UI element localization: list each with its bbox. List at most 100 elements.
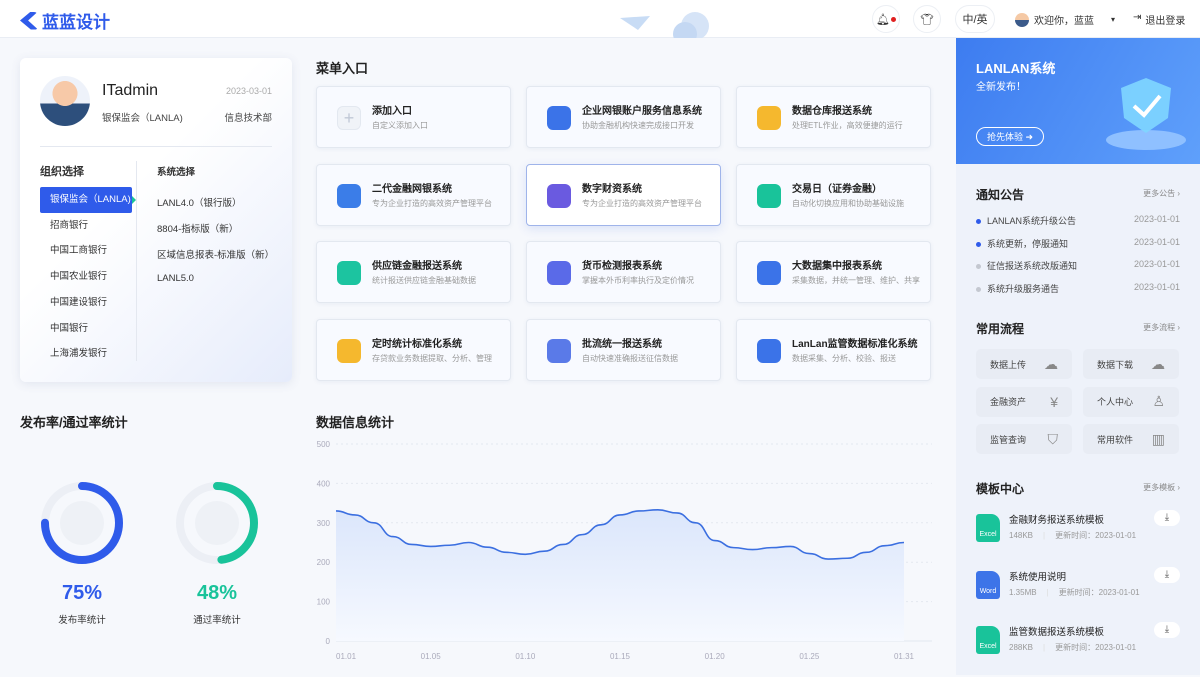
org-select-title: 组织选择 [40, 163, 84, 179]
notice-item[interactable]: 系统更新，停服通知2023-01-01 [976, 237, 1180, 250]
org-item[interactable]: 中国农业银行 [40, 264, 132, 290]
area-fill [336, 510, 904, 641]
menu-entry[interactable]: 数据仓库报送系统处理ETL作业，高效便捷的运行 [736, 86, 931, 148]
divider [40, 146, 272, 147]
rate-value: 75% [42, 582, 122, 605]
data-chart: 010020030040050001.0101.0501.1001.1501.2… [300, 435, 940, 665]
flow-button[interactable]: 数据上传☁ [976, 349, 1072, 379]
more-flows-link[interactable]: 更多流程 › [1143, 322, 1180, 333]
notice-item[interactable]: 系统升级服务通告2023-01-01 [976, 282, 1180, 295]
rates-title: 发布率/通过率统计 [20, 412, 128, 431]
download-button[interactable]: ⤓ [1154, 510, 1180, 526]
top-bar: 蓝蓝设计 🔔︎ 👕︎ 中/英 欢迎你，蓝蓝▾ ⇥退出登录 [0, 0, 1200, 38]
flow-button[interactable]: 个人中心♙ [1083, 387, 1179, 417]
shield-illustration [1096, 48, 1196, 158]
menu-entry[interactable]: 企业网银账户服务信息系统协助金融机构快速完成接口开发 [526, 86, 721, 148]
system-item[interactable]: LANL4.0（银行版） [157, 195, 241, 209]
menu-entry-subtitle: 自定义添加入口 [372, 120, 428, 131]
menu-entry-title: 货币检测报表系统 [582, 257, 662, 272]
logout-label: 退出登录 [1145, 12, 1185, 27]
promo-banner: LANLAN系统 全新发布！ 抢先体验 ➜ [956, 38, 1200, 164]
flow-label: 数据下载 [1097, 358, 1133, 371]
download-icon: ⤓ [1165, 512, 1169, 523]
menu-entry-title: 供应链金融报送系统 [372, 257, 462, 272]
menu-entry[interactable]: 货币检测报表系统掌握本外币利率执行及定价情况 [526, 241, 721, 303]
menu-entry-title: 数字财资系统 [582, 180, 642, 195]
x-tick-label: 01.10 [515, 652, 536, 661]
logo[interactable]: 蓝蓝设计 [20, 8, 110, 33]
try-button-label: 抢先体验 [987, 132, 1023, 142]
system-item[interactable]: 区域信息报表-标准版（新） [157, 247, 274, 261]
system-item[interactable]: LANL5.0 [157, 273, 194, 284]
more-notices-link[interactable]: 更多公告 › [1143, 188, 1180, 199]
avatar [1015, 13, 1029, 27]
status-dot [976, 219, 981, 224]
sys-select-title: 系统选择 [157, 164, 195, 178]
menu-entry[interactable]: 大数据集中报表系统采集数据，并统一管理、维护、共享 [736, 241, 931, 303]
notice-item[interactable]: 征信报送系统改版通知2023-01-01 [976, 259, 1180, 272]
language-toggle[interactable]: 中/英 [955, 5, 995, 33]
flow-button[interactable]: 常用软件▥ [1083, 424, 1179, 454]
more-templates-link[interactable]: 更多模板 › [1143, 482, 1180, 493]
org-item[interactable]: 中国工商银行 [40, 238, 132, 264]
menu-entry[interactable]: 二代金融网银系统专为企业打造的高效资产管理平台 [316, 164, 511, 226]
menu-entry[interactable]: LanLan监管数据标准化系统数据采集、分析、校验、报送 [736, 319, 931, 381]
menu-entry-title: 企业网银账户服务信息系统 [582, 102, 702, 117]
template-item: Excel金融财务报送系统模板148KB|更新时间：2023-01-01⤓ [976, 510, 1180, 565]
menu-entry-title: 添加入口 [372, 102, 412, 117]
org-item[interactable]: 中国建设银行 [40, 290, 132, 316]
flow-label: 监管查询 [990, 433, 1026, 446]
notice-date: 2023-01-01 [1134, 282, 1180, 295]
menu-entry[interactable]: 定时统计标准化系统存贷款业务数据提取、分析、管理 [316, 319, 511, 381]
menu-entry[interactable]: 数字财资系统专为企业打造的高效资产管理平台 [526, 164, 721, 226]
template-meta: 148KB|更新时间：2023-01-01 [1009, 530, 1136, 541]
menu-entry-subtitle: 统计报送供应链金融基础数据 [372, 275, 476, 286]
logo-icon [20, 12, 38, 30]
rate-donut [37, 478, 127, 568]
user-icon: ♙ [1152, 393, 1165, 410]
menu-entry[interactable]: 供应链金融报送系统统计报送供应链金融基础数据 [316, 241, 511, 303]
notice-item[interactable]: LANLAN系统升级公告2023-01-01 [976, 214, 1180, 227]
download-button[interactable]: ⤓ [1154, 622, 1180, 638]
y-tick-label: 300 [317, 519, 331, 528]
chart-title: 数据信息统计 [316, 412, 394, 431]
skin-button[interactable]: 👕︎ [913, 5, 941, 33]
system-icon [337, 339, 361, 363]
banner-title: LANLAN系统 [976, 58, 1055, 77]
plus-icon: + [337, 106, 361, 130]
flow-button[interactable]: 金融资产¥ [976, 387, 1072, 417]
org-item[interactable]: 银保监会（LANLA) [40, 187, 132, 213]
menu-entry-title: 交易日（证券金融） [792, 180, 882, 195]
x-tick-label: 01.31 [894, 652, 915, 661]
org-item[interactable]: 上海浦发银行 [40, 341, 132, 367]
menu-entry[interactable]: + 添加入口自定义添加入口 [316, 86, 511, 148]
menu-entry[interactable]: 交易日（证券金融）自动化切换应用和协助基础设施 [736, 164, 931, 226]
shield-search-icon: ⛉ [1048, 431, 1059, 448]
flow-label: 常用软件 [1097, 433, 1133, 446]
user-menu[interactable]: 欢迎你，蓝蓝▾ [1015, 12, 1115, 27]
menu-entry-title: LanLan监管数据标准化系统 [792, 335, 918, 350]
download-icon: ⤓ [1165, 624, 1169, 635]
logout-button[interactable]: ⇥退出登录 [1133, 12, 1185, 27]
x-tick-label: 01.05 [421, 652, 442, 661]
menu-entry-subtitle: 采集数据，并统一管理、维护、共享 [792, 275, 920, 286]
template-meta: 1.35MB|更新时间：2023-01-01 [1009, 587, 1140, 598]
system-item[interactable]: 8804-指标版（新） [157, 221, 238, 235]
try-button[interactable]: 抢先体验 ➜ [976, 127, 1044, 146]
download-button[interactable]: ⤓ [1154, 567, 1180, 583]
flow-button[interactable]: 监管查询 ⛉ [976, 424, 1072, 454]
flow-button[interactable]: 数据下载☁ [1083, 349, 1179, 379]
y-tick-label: 0 [326, 637, 331, 646]
template-meta: 288KB|更新时间：2023-01-01 [1009, 642, 1136, 653]
welcome-text: 欢迎你，蓝蓝 [1034, 12, 1094, 27]
org-item[interactable]: 招商银行 [40, 213, 132, 239]
notification-button[interactable]: 🔔︎ [872, 5, 900, 33]
y-tick-label: 100 [317, 598, 331, 607]
menu-entry[interactable]: 批流统一报送系统自动快速准确报送征信数据 [526, 319, 721, 381]
banner-subtitle: 全新发布！ [976, 78, 1026, 93]
status-dot [976, 287, 981, 292]
org-item[interactable]: 中国银行 [40, 316, 132, 342]
excel-file-icon: Excel [976, 514, 1000, 542]
menu-entry-title: 批流统一报送系统 [582, 335, 662, 350]
word-file-icon: Word [976, 571, 1000, 599]
